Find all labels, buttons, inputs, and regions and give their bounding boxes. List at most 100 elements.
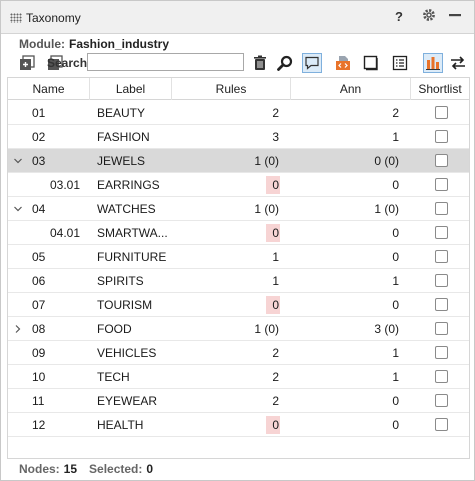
row-ann: 1 — [392, 370, 399, 384]
shortlist-checkbox[interactable] — [435, 274, 448, 287]
table-row[interactable]: 12 HEALTH 0 0 — [8, 413, 469, 437]
table-row[interactable]: 03.01 EARRINGS 0 0 — [8, 173, 469, 197]
table-row[interactable]: 07 TOURISM 0 0 — [8, 293, 469, 317]
selected-label: Selected: — [89, 462, 143, 476]
bar-chart-icon[interactable] — [423, 53, 443, 73]
shortlist-checkbox[interactable] — [435, 106, 448, 119]
table-row[interactable]: 01 BEAUTY 2 2 — [8, 101, 469, 125]
row-name: 04.01 — [50, 226, 81, 240]
col-header-name[interactable]: Name — [8, 78, 90, 100]
row-rules: 2 — [272, 394, 279, 408]
shortlist-checkbox[interactable] — [435, 298, 448, 311]
nodes-label: Nodes: — [19, 462, 60, 476]
table-row[interactable]: 06 SPIRITS 1 1 — [8, 269, 469, 293]
add-node-icon[interactable] — [17, 53, 37, 73]
row-label: TOURISM — [97, 298, 153, 312]
shortlist-checkbox[interactable] — [435, 346, 448, 359]
row-ann: 3 (0) — [374, 322, 399, 336]
table-row[interactable]: 02 FASHION 3 1 — [8, 125, 469, 149]
shortlist-checkbox[interactable] — [435, 250, 448, 263]
list-icon[interactable] — [390, 53, 410, 73]
status-bar: Nodes: 15 Selected: 0 — [19, 462, 165, 476]
search-input[interactable] — [87, 53, 244, 71]
row-name: 04 — [32, 202, 46, 216]
grip-icon[interactable] — [10, 13, 22, 23]
table-row[interactable]: 03 JEWELS 1 (0) 0 (0) — [8, 149, 469, 173]
row-name: 09 — [32, 346, 46, 360]
taxonomy-table: Name Label Rules Ann Shortlist 01 BEAUTY 2… — [7, 77, 470, 459]
shortlist-checkbox[interactable] — [435, 370, 448, 383]
trash-icon[interactable] — [250, 53, 270, 73]
table-row[interactable]: 04.01 SMARTWA... 0 0 — [8, 221, 469, 245]
table-row[interactable]: 11 EYEWEAR 2 0 — [8, 389, 469, 413]
chevron-down-icon[interactable] — [13, 197, 23, 221]
row-label: EYEWEAR — [97, 394, 158, 408]
shortlist-checkbox[interactable] — [435, 154, 448, 167]
row-rules: 0 — [272, 298, 279, 312]
table-header: Name Label Rules Ann Shortlist — [8, 78, 469, 100]
col-header-rules[interactable]: Rules — [172, 78, 291, 100]
module-value: Fashion_industry — [69, 37, 170, 51]
row-name: 06 — [32, 274, 46, 288]
row-label: BEAUTY — [97, 106, 146, 120]
row-rules: 0 — [272, 418, 279, 432]
row-name: 12 — [32, 418, 46, 432]
chevron-right-icon[interactable] — [13, 317, 23, 341]
selected-value: 0 — [146, 462, 154, 476]
gear-icon[interactable] — [421, 7, 437, 26]
row-label: VEHICLES — [97, 346, 157, 360]
row-ann: 1 — [392, 130, 399, 144]
chevron-down-icon[interactable] — [13, 149, 23, 173]
shortlist-checkbox[interactable] — [435, 226, 448, 239]
row-ann: 0 — [392, 298, 399, 312]
shortlist-checkbox[interactable] — [435, 178, 448, 191]
row-name: 05 — [32, 250, 46, 264]
row-label: FASHION — [97, 130, 150, 144]
table-row[interactable]: 10 TECH 2 1 — [8, 365, 469, 389]
module-info: Module: Fashion_industry — [19, 37, 169, 51]
row-label: WATCHES — [97, 202, 156, 216]
minimize-icon[interactable] — [448, 8, 462, 25]
row-name: 07 — [32, 298, 46, 312]
row-name: 08 — [32, 322, 46, 336]
shortlist-checkbox[interactable] — [435, 418, 448, 431]
comment-icon[interactable] — [302, 53, 322, 73]
shortlist-checkbox[interactable] — [435, 394, 448, 407]
row-label: EARRINGS — [97, 178, 160, 192]
window-icon[interactable] — [361, 53, 381, 73]
row-rules: 3 — [272, 130, 279, 144]
swap-icon[interactable] — [448, 53, 468, 73]
row-rules: 1 (0) — [254, 322, 279, 336]
shortlist-checkbox[interactable] — [435, 202, 448, 215]
toolbar: Search: — [1, 51, 474, 75]
table-row[interactable]: 09 VEHICLES 2 1 — [8, 341, 469, 365]
table-row[interactable]: 04 WATCHES 1 (0) 1 (0) — [8, 197, 469, 221]
taxonomy-panel: Taxonomy ? Module: Fashion_industry Searc… — [0, 0, 475, 481]
col-header-label[interactable]: Label — [90, 78, 172, 100]
row-name: 10 — [32, 370, 46, 384]
row-ann: 2 — [392, 106, 399, 120]
row-ann: 1 (0) — [374, 202, 399, 216]
col-header-ann[interactable]: Ann — [291, 78, 411, 100]
nodes-value: 15 — [63, 462, 78, 476]
help-icon[interactable]: ? — [395, 9, 403, 24]
title-bar[interactable]: Taxonomy ? — [1, 1, 474, 34]
row-rules: 1 — [272, 274, 279, 288]
module-label: Module: — [19, 37, 65, 51]
table-row[interactable]: 05 FURNITURE 1 0 — [8, 245, 469, 269]
code-icon[interactable] — [333, 53, 353, 73]
search-icon[interactable] — [275, 53, 295, 73]
row-name: 01 — [32, 106, 46, 120]
row-ann: 0 — [392, 418, 399, 432]
row-label: FURNITURE — [97, 250, 167, 264]
row-rules: 1 — [272, 250, 279, 264]
row-ann: 0 — [392, 226, 399, 240]
table-row[interactable]: 08 FOOD 1 (0) 3 (0) — [8, 317, 469, 341]
row-name: 03.01 — [50, 178, 81, 192]
shortlist-checkbox[interactable] — [435, 322, 448, 335]
shortlist-checkbox[interactable] — [435, 130, 448, 143]
row-name: 11 — [32, 394, 45, 408]
row-rules: 1 (0) — [254, 202, 279, 216]
row-ann: 0 — [392, 178, 399, 192]
col-header-shortlist[interactable]: Shortlist — [411, 78, 469, 100]
